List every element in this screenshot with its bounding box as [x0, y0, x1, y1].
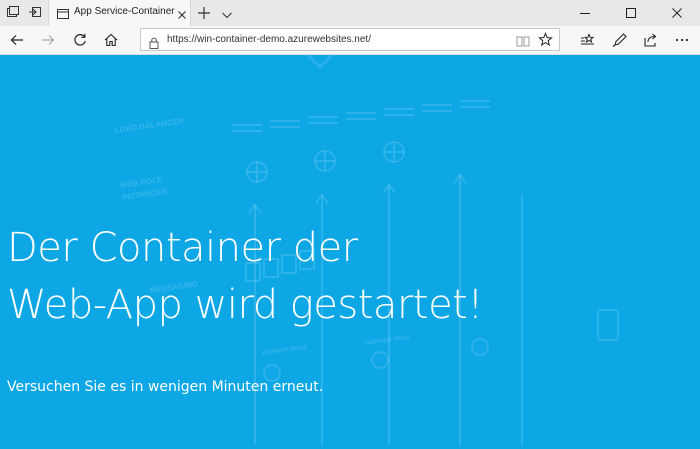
minimize-icon[interactable]	[562, 0, 608, 26]
tab-close-icon[interactable]	[176, 6, 188, 19]
forward-icon[interactable]	[40, 32, 56, 48]
background-label-worker-role: WORKER ROLE	[261, 345, 307, 357]
address-bar[interactable]: https://win-container-demo.azurewebsites…	[140, 28, 560, 51]
page-content: LOAD BALANCER WEB ROLE INSTANCES MESSAGI…	[0, 55, 700, 449]
maximize-icon[interactable]	[608, 0, 654, 26]
browser-navigation-bar: https://win-container-demo.azurewebsites…	[0, 26, 700, 55]
lock-icon[interactable]	[149, 34, 159, 49]
gear-icon	[471, 338, 489, 356]
close-icon[interactable]	[654, 0, 700, 26]
retry-message: Versuchen Sie es in wenigen Minuten erne…	[7, 379, 324, 395]
background-label-worker-role: WORKER ROLE	[364, 335, 410, 347]
tab-list-chevron-down-icon[interactable]	[221, 6, 233, 19]
address-bar-url[interactable]: https://win-container-demo.azurewebsites…	[167, 34, 371, 45]
mobile-device-icon	[597, 309, 619, 341]
favorite-star-icon[interactable]	[538, 32, 553, 47]
set-tabs-aside-icon[interactable]	[27, 4, 43, 20]
back-icon[interactable]	[9, 32, 25, 48]
top-arrow-icon	[307, 55, 333, 69]
headline-line-1: Der Container der	[7, 225, 358, 271]
reading-view-icon[interactable]	[516, 33, 530, 47]
web-note-icon[interactable]	[612, 32, 628, 48]
more-icon[interactable]	[674, 32, 690, 48]
browser-tab-bar: App Service-Container	[0, 0, 700, 26]
background-label-load-balancer: LOAD BALANCER	[114, 116, 185, 135]
refresh-icon[interactable]	[72, 32, 88, 48]
new-tab-icon[interactable]	[197, 5, 211, 19]
gear-icon	[371, 351, 389, 369]
tab-preview-icon[interactable]	[5, 4, 21, 20]
favorites-hub-icon[interactable]	[580, 32, 596, 48]
tab-title: App Service-Container	[74, 6, 175, 17]
page-favicon-icon	[56, 6, 70, 20]
tab-app-service-container[interactable]: App Service-Container	[48, 0, 191, 26]
page-headline: Der Container der Web-App wird gestartet…	[7, 220, 483, 334]
home-icon[interactable]	[103, 32, 119, 48]
headline-line-2: Web-App wird gestartet!	[7, 282, 483, 328]
background-label-instances: INSTANCES	[121, 187, 168, 202]
share-icon[interactable]	[643, 32, 659, 48]
